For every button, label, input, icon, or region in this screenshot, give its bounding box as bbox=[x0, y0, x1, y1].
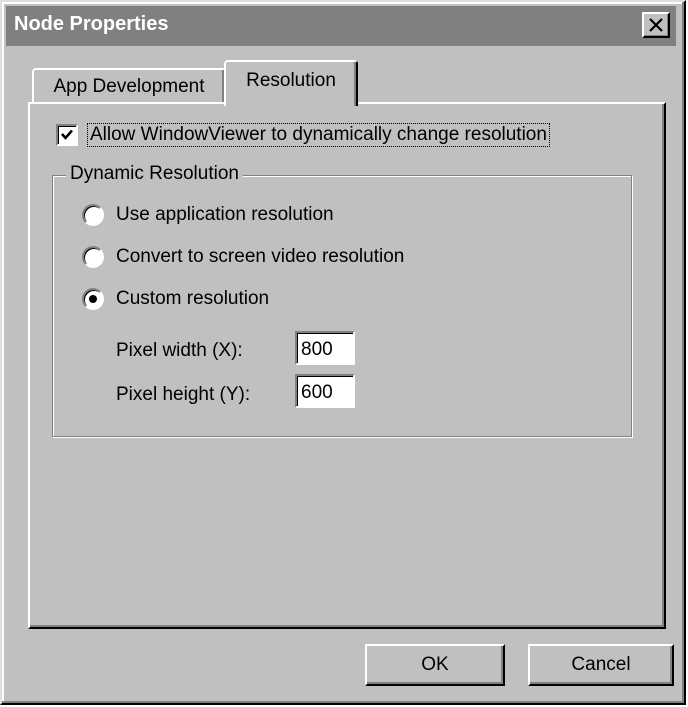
pixel-width-label: Pixel width (X): bbox=[116, 340, 243, 361]
pixel-height-label: Pixel height (Y): bbox=[116, 384, 251, 405]
allow-dynamic-resolution-checkbox[interactable] bbox=[56, 124, 78, 146]
close-button[interactable] bbox=[642, 12, 670, 38]
custom-resolution-label[interactable]: Custom resolution bbox=[116, 288, 269, 310]
tab-resolution-label: Resolution bbox=[246, 70, 336, 91]
title-bar: Node Properties bbox=[6, 6, 676, 46]
cancel-button[interactable]: Cancel bbox=[528, 644, 674, 686]
convert-screen-resolution-radio[interactable] bbox=[82, 246, 104, 268]
pixel-width-input[interactable] bbox=[295, 331, 355, 365]
radio-selected-dot bbox=[89, 295, 97, 303]
dynamic-resolution-group-label: Dynamic Resolution bbox=[66, 163, 243, 185]
use-application-resolution-label[interactable]: Use application resolution bbox=[116, 204, 334, 226]
custom-resolution-radio[interactable] bbox=[82, 288, 104, 310]
ok-button[interactable]: OK bbox=[365, 644, 505, 686]
tab-resolution[interactable]: Resolution bbox=[224, 60, 358, 106]
checkmark-icon bbox=[61, 129, 73, 140]
allow-dynamic-resolution-label[interactable]: Allow WindowViewer to dynamically change… bbox=[87, 123, 550, 147]
window-title: Node Properties bbox=[14, 13, 169, 35]
tab-app-development[interactable]: App Development bbox=[32, 68, 226, 104]
close-icon bbox=[649, 18, 663, 32]
convert-screen-resolution-label[interactable]: Convert to screen video resolution bbox=[116, 246, 404, 268]
use-application-resolution-radio[interactable] bbox=[82, 204, 104, 226]
pixel-height-input[interactable] bbox=[295, 374, 355, 408]
tab-app-development-label: App Development bbox=[53, 76, 205, 97]
